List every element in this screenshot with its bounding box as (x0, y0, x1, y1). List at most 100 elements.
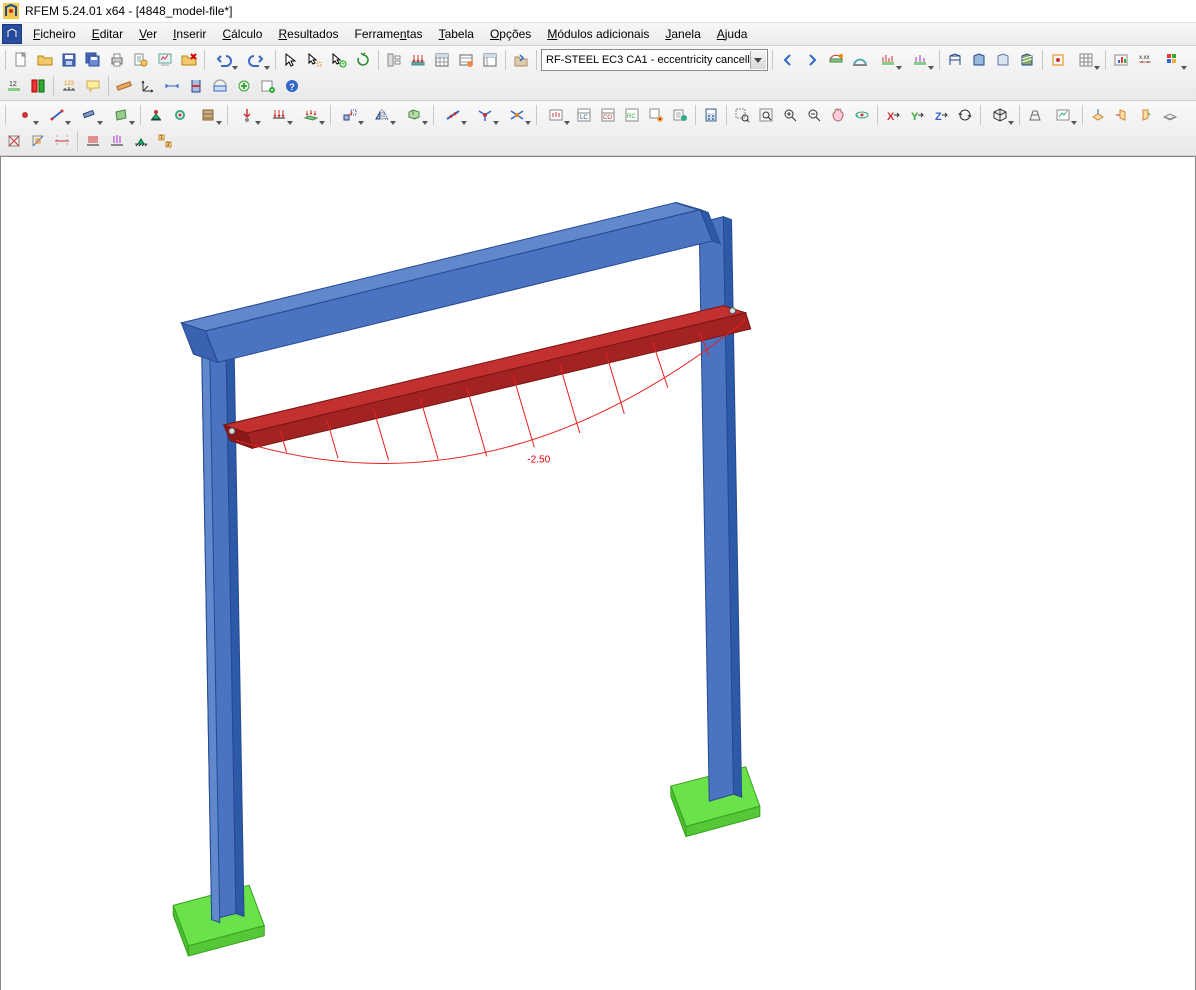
workplane-yz-button[interactable] (1110, 103, 1134, 127)
section-button[interactable] (184, 74, 208, 98)
load-data-button[interactable] (406, 48, 430, 72)
line-load-button[interactable] (263, 103, 295, 127)
new-support-button[interactable] (144, 103, 168, 127)
zoom-out-button[interactable] (802, 103, 826, 127)
named-views-button[interactable] (1047, 103, 1079, 127)
guidelines-button[interactable] (50, 129, 74, 153)
model-data-button[interactable] (382, 48, 406, 72)
imperfection-button[interactable] (454, 48, 478, 72)
new-line-button[interactable] (41, 103, 73, 127)
measure-button[interactable] (112, 74, 136, 98)
module-open-button[interactable] (256, 74, 280, 98)
surface-load-button[interactable] (295, 103, 327, 127)
select-special-button[interactable]: + (327, 48, 351, 72)
move-button[interactable] (334, 103, 366, 127)
model-viewport[interactable]: -2.50 (0, 156, 1196, 990)
menu-modulos[interactable]: Módulos adicionais (539, 25, 657, 43)
new-node-button[interactable] (9, 103, 41, 127)
select-button[interactable] (279, 48, 303, 72)
module-combo[interactable]: RF-STEEL EC3 CA1 - eccentricity cancell (541, 49, 768, 71)
view-y-button[interactable]: Y (905, 103, 929, 127)
show-loads-button[interactable] (81, 129, 105, 153)
select-graphically-button[interactable] (303, 48, 327, 72)
rendering-textured-button[interactable] (1015, 48, 1039, 72)
zoom-in-button[interactable] (778, 103, 802, 127)
navigator-button[interactable] (478, 48, 502, 72)
colors-button[interactable] (1157, 48, 1189, 72)
connect-button[interactable] (469, 103, 501, 127)
print-button[interactable] (105, 48, 129, 72)
nodal-load-button[interactable] (231, 103, 263, 127)
dimension-button[interactable] (160, 74, 184, 98)
loadcases-button[interactable]: LC (572, 103, 596, 127)
close-button[interactable] (177, 48, 201, 72)
osnap-button[interactable] (26, 129, 50, 153)
deformation-button[interactable] (848, 48, 872, 72)
menu-calculo[interactable]: Cálculo (214, 25, 270, 43)
refresh-button[interactable] (351, 48, 375, 72)
numbering-button[interactable]: 12 (2, 74, 26, 98)
comment-button[interactable] (81, 74, 105, 98)
control-box-icon[interactable] (2, 24, 22, 44)
units-button[interactable]: 123 (57, 74, 81, 98)
menu-janela[interactable]: Janela (657, 25, 708, 43)
print-report-button[interactable] (129, 48, 153, 72)
snap-button[interactable] (1046, 48, 1070, 72)
print-graphic-button[interactable] (153, 48, 177, 72)
new-member-button[interactable] (73, 103, 105, 127)
intersect-button[interactable] (501, 103, 533, 127)
menu-resultados[interactable]: Resultados (270, 25, 346, 43)
rotate-button[interactable] (850, 103, 874, 127)
zoom-all-button[interactable] (754, 103, 778, 127)
show-loads-free-button[interactable] (105, 129, 129, 153)
menu-opcoes[interactable]: Opções (482, 25, 539, 43)
menu-ajuda[interactable]: Ajuda (709, 25, 756, 43)
xxx-label-button[interactable]: x.xx (1133, 48, 1157, 72)
undo-button[interactable] (208, 48, 240, 72)
help-button[interactable]: ? (280, 74, 304, 98)
combinations-button[interactable]: CO (596, 103, 620, 127)
grid-button[interactable] (1070, 48, 1102, 72)
rendering-wire-button[interactable] (943, 48, 967, 72)
ortho-button[interactable] (2, 129, 26, 153)
menu-ferramentas[interactable]: Ferramentas (347, 25, 431, 43)
calculate-button[interactable] (699, 103, 723, 127)
result-diagrams-button[interactable] (872, 48, 904, 72)
divide-line-button[interactable] (437, 103, 469, 127)
result-values-button[interactable] (904, 48, 936, 72)
generate-combos-button[interactable] (644, 103, 668, 127)
menu-editar[interactable]: Editar (84, 25, 131, 43)
zoom-window-button[interactable] (730, 103, 754, 127)
workplane-xy-button[interactable] (1086, 103, 1110, 127)
new-material-button[interactable] (192, 103, 224, 127)
iso-view-button[interactable] (984, 103, 1016, 127)
menu-ficheiro[interactable]: FFicheiroicheiro (25, 25, 84, 43)
open-button[interactable] (33, 48, 57, 72)
csys-button[interactable] (136, 74, 160, 98)
clip-button[interactable] (208, 74, 232, 98)
view-z-button[interactable]: Z (929, 103, 953, 127)
view-reverse-button[interactable] (953, 103, 977, 127)
workplane-xz-button[interactable] (1134, 103, 1158, 127)
calc-params-button[interactable] (668, 103, 692, 127)
new-button[interactable] (9, 48, 33, 72)
menu-tabela[interactable]: Tabela (431, 25, 482, 43)
project-manager-button[interactable] (509, 48, 533, 72)
new-surface-button[interactable] (105, 103, 137, 127)
menu-ver[interactable]: Ver (131, 25, 165, 43)
show-supports-button[interactable] (129, 129, 153, 153)
pan-button[interactable] (826, 103, 850, 127)
rendering-solid-button[interactable] (967, 48, 991, 72)
redo-button[interactable] (240, 48, 272, 72)
show-numbering-button[interactable]: 12 (153, 129, 177, 153)
table-button[interactable] (430, 48, 454, 72)
save-all-button[interactable] (81, 48, 105, 72)
new-hinge-button[interactable] (168, 103, 192, 127)
extrude-button[interactable] (398, 103, 430, 127)
rendering-transparent-button[interactable] (991, 48, 1015, 72)
next-case-button[interactable] (800, 48, 824, 72)
grid-settings-button[interactable] (1158, 103, 1182, 127)
combo-dropdown-button[interactable] (750, 51, 766, 69)
display-properties-button[interactable] (1109, 48, 1133, 72)
mirror-button[interactable] (366, 103, 398, 127)
